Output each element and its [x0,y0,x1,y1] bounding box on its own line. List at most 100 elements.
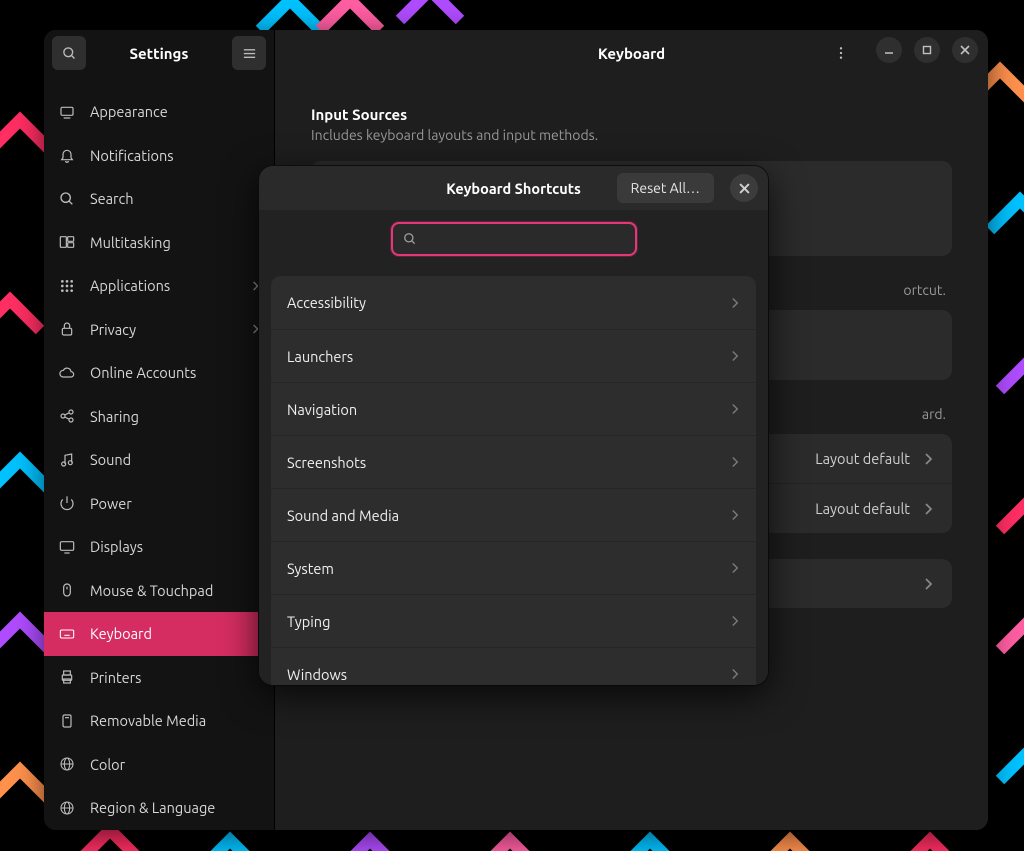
search-icon [403,232,417,246]
dialog-header: Keyboard Shortcuts Reset All… [259,166,768,210]
chevron-right-icon [924,577,934,591]
close-icon [739,183,750,194]
sidebar-item-label: Mouse & Touchpad [90,582,213,599]
sidebar-item-applications[interactable]: Applications [44,264,274,308]
sidebar-item-label: Sharing [90,408,139,425]
sidebar-item-label: Color [90,756,125,773]
main-header: Keyboard [275,30,988,76]
category-list: Accessibility Launchers Navigation Screensh… [271,276,756,685]
category-label: Launchers [287,348,731,365]
chevron-right-icon [731,667,740,681]
sidebar-item-power[interactable]: Power [44,482,274,526]
keyboard-icon [58,625,76,643]
mouse-icon [58,581,76,599]
sidebar-item-sound[interactable]: Sound [44,438,274,482]
globe-icon [58,799,76,817]
sidebar: Settings Appearance Notifications Search Mu… [44,30,275,830]
search-box[interactable] [391,222,637,256]
bell-icon [58,146,76,164]
chevron-right-icon [731,296,740,310]
dialog-search-bar [259,210,768,268]
sidebar-item-label: Privacy [90,321,136,338]
sidebar-item-removable-media[interactable]: Removable Media [44,699,274,743]
page-title: Keyboard [598,45,665,62]
category-row-accessibility[interactable]: Accessibility [271,276,756,329]
sidebar-item-displays[interactable]: Displays [44,525,274,569]
close-button[interactable] [952,37,978,63]
sidebar-item-color[interactable]: Color [44,743,274,787]
category-row-system[interactable]: System [271,541,756,594]
sidebar-item-notifications[interactable]: Notifications [44,134,274,178]
sidebar-item-label: Keyboard [90,625,152,642]
category-row-typing[interactable]: Typing [271,594,756,647]
sidebar-item-label: Region & Language [90,799,215,816]
sidebar-item-search[interactable]: Search [44,177,274,221]
sidebar-item-privacy[interactable]: Privacy [44,308,274,352]
sidebar-item-mouse-touchpad[interactable]: Mouse & Touchpad [44,569,274,613]
dialog-title: Keyboard Shortcuts [446,180,581,197]
sidebar-item-printers[interactable]: Printers [44,656,274,700]
category-row-sound-and-media[interactable]: Sound and Media [271,488,756,541]
minimize-icon [884,45,894,55]
maximize-button[interactable] [914,37,940,63]
sidebar-item-label: Printers [90,669,141,686]
sidebar-item-online-accounts[interactable]: Online Accounts [44,351,274,395]
window-controls [876,37,978,63]
category-row-navigation[interactable]: Navigation [271,382,756,435]
sidebar-item-keyboard[interactable]: Keyboard [44,612,274,656]
sidebar-item-region-language[interactable]: Region & Language [44,786,274,830]
sidebar-item-label: Online Accounts [90,364,196,381]
multitask-icon [58,233,76,251]
grid-icon [58,277,76,295]
chevron-right-icon [924,502,934,516]
search-icon [62,46,77,61]
category-label: Screenshots [287,454,731,471]
appearance-icon [58,103,76,121]
sidebar-item-label: Search [90,190,134,207]
globe-icon [58,755,76,773]
category-label: System [287,560,731,577]
hamburger-menu-button[interactable] [232,36,266,70]
sidebar-search-button[interactable] [52,36,86,70]
category-label: Navigation [287,401,731,418]
sidebar-item-appearance[interactable]: Appearance [44,90,274,134]
sidebar-title: Settings [92,45,226,62]
section-title-input-sources: Input Sources [311,106,952,123]
media-icon [58,712,76,730]
sidebar-list: Appearance Notifications Search Multitaskin… [44,76,274,830]
category-row-launchers[interactable]: Launchers [271,329,756,382]
sidebar-header: Settings [44,30,274,76]
category-row-screenshots[interactable]: Screenshots [271,435,756,488]
minimize-button[interactable] [876,37,902,63]
sidebar-item-sharing[interactable]: Sharing [44,395,274,439]
category-label: Accessibility [287,294,731,311]
sidebar-item-label: Multitasking [90,234,171,251]
chevron-right-icon [731,508,740,522]
sidebar-item-label: Notifications [90,147,174,164]
category-label: Windows [287,666,731,683]
category-label: Typing [287,613,731,630]
note-icon [58,451,76,469]
reset-all-button[interactable]: Reset All… [617,173,714,203]
sidebar-item-label: Removable Media [90,712,206,729]
sidebar-item-label: Power [90,495,132,512]
category-row-windows[interactable]: Windows [271,647,756,685]
chevron-right-icon [924,452,934,466]
sidebar-item-label: Appearance [90,103,168,120]
keyboard-shortcuts-dialog: Keyboard Shortcuts Reset All… Accessibil… [259,166,768,685]
main-kebab-button[interactable] [824,36,858,70]
reset-all-label: Reset All… [631,180,700,196]
section-subtitle-input-sources: Includes keyboard layouts and input meth… [311,127,952,143]
sidebar-item-multitasking[interactable]: Multitasking [44,221,274,265]
sidebar-item-label: Displays [90,538,143,555]
maximize-icon [922,45,932,55]
printer-icon [58,668,76,686]
dialog-close-button[interactable] [730,174,758,202]
chevron-right-icon [731,561,740,575]
share-icon [58,407,76,425]
chevron-right-icon [731,614,740,628]
chevron-right-icon [731,349,740,363]
cloud-icon [58,364,76,382]
search-input[interactable] [425,231,625,247]
display-icon [58,538,76,556]
